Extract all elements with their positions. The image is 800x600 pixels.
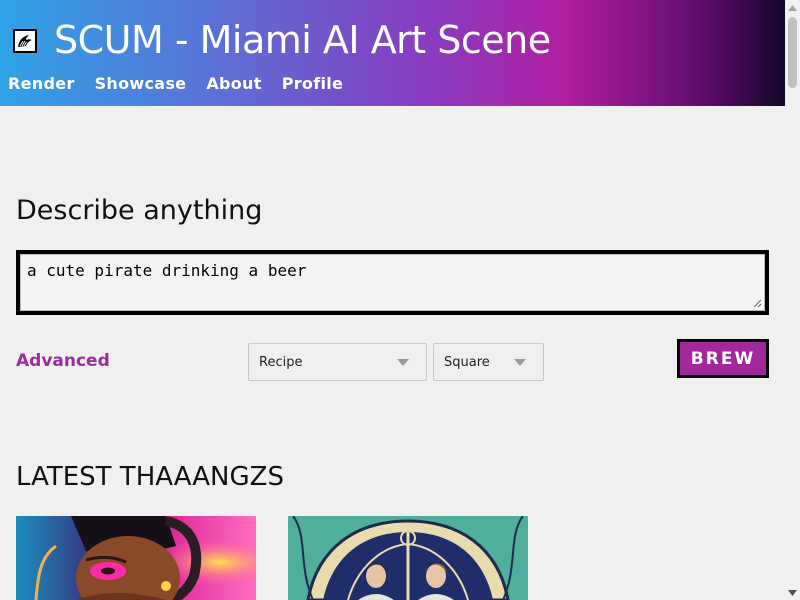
gallery-item-art-nouveau[interactable] <box>288 516 528 600</box>
prompt-box: a cute pirate drinking a beer <box>16 250 769 315</box>
shape-select[interactable]: Square <box>433 343 544 381</box>
nav-about[interactable]: About <box>206 74 261 94</box>
scroll-down-icon[interactable] <box>785 585 800 600</box>
nav-render[interactable]: Render <box>8 74 75 94</box>
recipe-select[interactable]: Recipe <box>248 343 427 381</box>
eagle-icon[interactable] <box>13 29 37 53</box>
chevron-down-icon <box>514 359 526 366</box>
nav-showcase[interactable]: Showcase <box>95 74 187 94</box>
vertical-scrollbar[interactable] <box>785 0 800 600</box>
brew-button[interactable]: BREW <box>677 339 769 378</box>
gallery-item-portrait[interactable] <box>16 516 256 600</box>
chevron-down-icon <box>397 359 409 366</box>
resize-grip-icon[interactable] <box>753 299 762 308</box>
shape-select-value: Square <box>444 355 490 370</box>
scrollbar-thumb[interactable] <box>788 17 797 88</box>
site-header: SCUM - Miami AI Art Scene Render Showcas… <box>0 0 785 106</box>
main-nav: Render Showcase About Profile <box>8 74 343 94</box>
gallery-heading: LATEST THAAANGZS <box>16 462 284 492</box>
nav-profile[interactable]: Profile <box>282 74 344 94</box>
prompt-input[interactable]: a cute pirate drinking a beer <box>20 254 765 311</box>
prompt-heading: Describe anything <box>16 195 263 226</box>
scroll-up-icon[interactable] <box>785 0 800 15</box>
site-title[interactable]: SCUM - Miami AI Art Scene <box>54 16 551 64</box>
advanced-link[interactable]: Advanced <box>16 350 110 372</box>
page: SCUM - Miami AI Art Scene Render Showcas… <box>0 0 785 600</box>
recipe-select-value: Recipe <box>259 355 303 370</box>
